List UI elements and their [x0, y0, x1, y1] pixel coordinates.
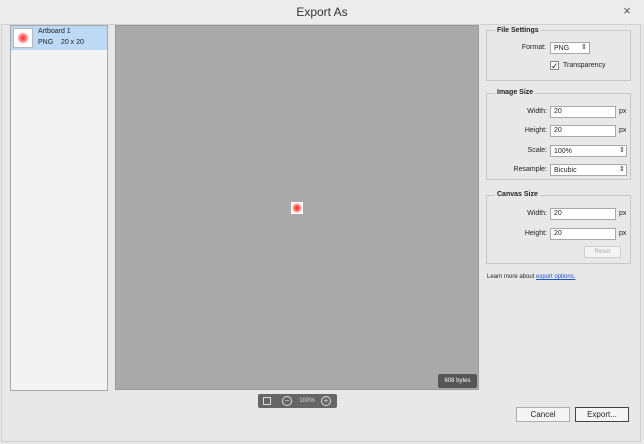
close-icon[interactable]: × [618, 2, 636, 20]
zoom-in-icon[interactable]: + [321, 396, 331, 406]
resample-value: Bicubic [554, 167, 577, 174]
image-height-field[interactable]: 20 [550, 125, 616, 137]
chevron-updown-icon: ⇕ [581, 44, 587, 51]
image-height-unit: px [619, 127, 627, 134]
zoom-out-icon[interactable]: − [282, 396, 292, 406]
reset-button[interactable]: Reset [584, 246, 621, 258]
resample-label: Resample: [513, 166, 547, 173]
preview-image-content [292, 203, 302, 213]
canvas-height-label: Height: [524, 230, 547, 237]
transparency-checkbox[interactable]: ✓ [550, 61, 559, 71]
file-settings-group [486, 30, 631, 81]
format-value: PNG [554, 45, 570, 52]
chevron-updown-icon: ⇕ [619, 166, 625, 173]
image-width-field[interactable]: 20 [550, 106, 616, 118]
format-label: Format: [521, 44, 546, 51]
image-height-label: Height: [524, 127, 547, 134]
asset-format: PNG [38, 39, 54, 46]
image-width-label: Width: [527, 108, 547, 115]
asset-dimensions: 20 x 20 [60, 39, 84, 46]
export-button[interactable]: Export... [575, 407, 629, 422]
scale-select[interactable]: 100% [550, 145, 627, 157]
file-settings-heading: File Settings [495, 26, 541, 35]
scale-value: 100% [554, 148, 572, 155]
preview-image [291, 202, 303, 214]
canvas-size-heading: Canvas Size [495, 190, 540, 199]
scale-label: Scale: [527, 147, 547, 154]
transparency-label: Transparency [563, 62, 606, 69]
canvas-width-field[interactable]: 20 [550, 208, 616, 220]
learn-more-text: Learn more about export options. [487, 272, 575, 282]
export-options-link[interactable]: export options. [536, 274, 575, 280]
image-width-unit: px [619, 108, 627, 115]
canvas-width-label: Width: [527, 210, 547, 217]
fit-to-screen-icon[interactable] [263, 397, 271, 405]
chevron-updown-icon: ⇕ [619, 147, 625, 154]
asset-list [10, 25, 108, 391]
cancel-button[interactable]: Cancel [516, 407, 570, 422]
canvas-height-unit: px [619, 230, 627, 237]
asset-thumbnail [13, 28, 33, 48]
file-size-badge: 608 bytes [438, 374, 477, 388]
canvas-height-field[interactable]: 20 [550, 228, 616, 240]
resample-select[interactable]: Bicubic [550, 164, 627, 176]
zoom-level: 100% [299, 398, 315, 404]
canvas-width-unit: px [619, 210, 627, 217]
learn-more-prefix: Learn more about [487, 274, 537, 280]
asset-name: Artboard 1 [38, 28, 71, 35]
asset-meta: PNG 20 x 20 [38, 38, 84, 47]
window-title: Export As [296, 5, 348, 19]
image-size-heading: Image Size [495, 88, 536, 97]
thumbnail-image [17, 32, 29, 44]
